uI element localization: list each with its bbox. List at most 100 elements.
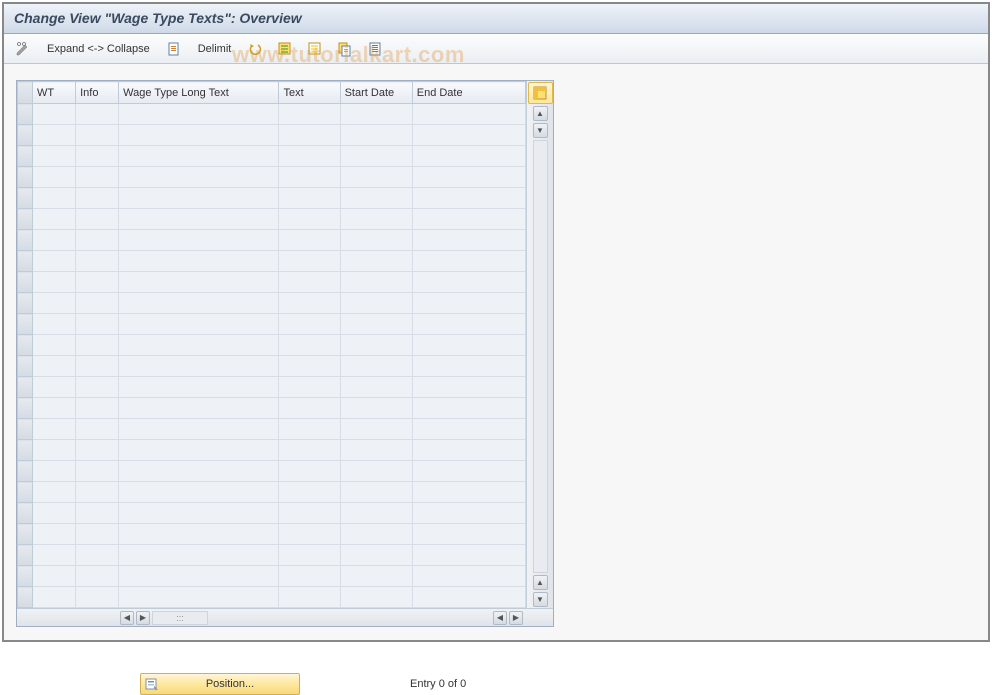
copy-button[interactable] bbox=[332, 38, 358, 60]
table-cell[interactable] bbox=[279, 209, 340, 230]
table-cell[interactable] bbox=[279, 293, 340, 314]
column-header[interactable]: End Date bbox=[412, 82, 525, 104]
table-cell[interactable] bbox=[412, 503, 525, 524]
table-cell[interactable] bbox=[119, 524, 279, 545]
table-row[interactable] bbox=[18, 272, 526, 293]
table-cell[interactable] bbox=[279, 482, 340, 503]
table-cell[interactable] bbox=[340, 503, 412, 524]
table-cell[interactable] bbox=[412, 566, 525, 587]
row-selector[interactable] bbox=[18, 377, 33, 398]
table-cell[interactable] bbox=[340, 335, 412, 356]
table-cell[interactable] bbox=[279, 356, 340, 377]
table-cell[interactable] bbox=[119, 230, 279, 251]
table-cell[interactable] bbox=[33, 566, 76, 587]
table-cell[interactable] bbox=[412, 587, 525, 608]
table-cell[interactable] bbox=[412, 125, 525, 146]
table-cell[interactable] bbox=[119, 566, 279, 587]
table-cell[interactable] bbox=[119, 587, 279, 608]
table-cell[interactable] bbox=[412, 146, 525, 167]
row-selector[interactable] bbox=[18, 503, 33, 524]
table-cell[interactable] bbox=[340, 188, 412, 209]
row-selector[interactable] bbox=[18, 251, 33, 272]
table-row[interactable] bbox=[18, 125, 526, 146]
table-cell[interactable] bbox=[412, 461, 525, 482]
scroll-left-button-right[interactable]: ◀ bbox=[493, 611, 507, 625]
table-cell[interactable] bbox=[412, 104, 525, 125]
table-cell[interactable] bbox=[76, 125, 119, 146]
table-cell[interactable] bbox=[340, 314, 412, 335]
table-cell[interactable] bbox=[340, 524, 412, 545]
table-cell[interactable] bbox=[412, 314, 525, 335]
table-cell[interactable] bbox=[340, 125, 412, 146]
table-cell[interactable] bbox=[279, 377, 340, 398]
table-cell[interactable] bbox=[412, 209, 525, 230]
table-cell[interactable] bbox=[33, 146, 76, 167]
table-cell[interactable] bbox=[76, 545, 119, 566]
table-row[interactable] bbox=[18, 587, 526, 608]
table-row[interactable] bbox=[18, 104, 526, 125]
table-cell[interactable] bbox=[340, 230, 412, 251]
table-cell[interactable] bbox=[33, 398, 76, 419]
column-header[interactable]: Start Date bbox=[340, 82, 412, 104]
row-selector[interactable] bbox=[18, 587, 33, 608]
column-header[interactable]: Text bbox=[279, 82, 340, 104]
table-cell[interactable] bbox=[76, 293, 119, 314]
table-cell[interactable] bbox=[33, 524, 76, 545]
table-row[interactable] bbox=[18, 146, 526, 167]
table-cell[interactable] bbox=[33, 419, 76, 440]
table-cell[interactable] bbox=[33, 440, 76, 461]
table-cell[interactable] bbox=[279, 419, 340, 440]
table-cell[interactable] bbox=[33, 272, 76, 293]
table-cell[interactable] bbox=[279, 503, 340, 524]
column-header[interactable]: WT bbox=[33, 82, 76, 104]
table-cell[interactable] bbox=[76, 272, 119, 293]
table-cell[interactable] bbox=[33, 587, 76, 608]
table-cell[interactable] bbox=[340, 419, 412, 440]
table-cell[interactable] bbox=[119, 293, 279, 314]
table-cell[interactable] bbox=[76, 188, 119, 209]
table-cell[interactable] bbox=[119, 545, 279, 566]
table-cell[interactable] bbox=[119, 335, 279, 356]
expand-collapse-button[interactable]: Expand <-> Collapse bbox=[40, 38, 157, 60]
row-selector[interactable] bbox=[18, 566, 33, 587]
table-row[interactable] bbox=[18, 230, 526, 251]
table-config-button[interactable] bbox=[528, 82, 553, 104]
table-cell[interactable] bbox=[412, 524, 525, 545]
table-cell[interactable] bbox=[76, 146, 119, 167]
print-button[interactable] bbox=[362, 38, 388, 60]
table-cell[interactable] bbox=[119, 104, 279, 125]
table-cell[interactable] bbox=[340, 356, 412, 377]
table-cell[interactable] bbox=[33, 209, 76, 230]
table-cell[interactable] bbox=[33, 356, 76, 377]
table-cell[interactable] bbox=[76, 461, 119, 482]
table-cell[interactable] bbox=[33, 503, 76, 524]
table-cell[interactable] bbox=[119, 272, 279, 293]
row-selector[interactable] bbox=[18, 167, 33, 188]
table-cell[interactable] bbox=[279, 188, 340, 209]
table-cell[interactable] bbox=[76, 335, 119, 356]
table-cell[interactable] bbox=[340, 167, 412, 188]
table-cell[interactable] bbox=[76, 440, 119, 461]
table-row[interactable] bbox=[18, 545, 526, 566]
row-selector[interactable] bbox=[18, 440, 33, 461]
table-cell[interactable] bbox=[340, 587, 412, 608]
table-cell[interactable] bbox=[279, 587, 340, 608]
deselect-all-button[interactable] bbox=[302, 38, 328, 60]
table-cell[interactable] bbox=[412, 167, 525, 188]
table-row[interactable] bbox=[18, 167, 526, 188]
table-cell[interactable] bbox=[340, 146, 412, 167]
table-cell[interactable] bbox=[279, 524, 340, 545]
table-cell[interactable] bbox=[119, 356, 279, 377]
row-selector[interactable] bbox=[18, 461, 33, 482]
table-row[interactable] bbox=[18, 209, 526, 230]
table-cell[interactable] bbox=[279, 125, 340, 146]
table-cell[interactable] bbox=[76, 419, 119, 440]
select-all-column-header[interactable] bbox=[18, 82, 33, 104]
table-cell[interactable] bbox=[33, 167, 76, 188]
table-cell[interactable] bbox=[279, 314, 340, 335]
table-cell[interactable] bbox=[279, 104, 340, 125]
table-cell[interactable] bbox=[412, 398, 525, 419]
row-selector[interactable] bbox=[18, 419, 33, 440]
table-cell[interactable] bbox=[119, 503, 279, 524]
scroll-up-button-bottom[interactable]: ▲ bbox=[533, 575, 548, 590]
